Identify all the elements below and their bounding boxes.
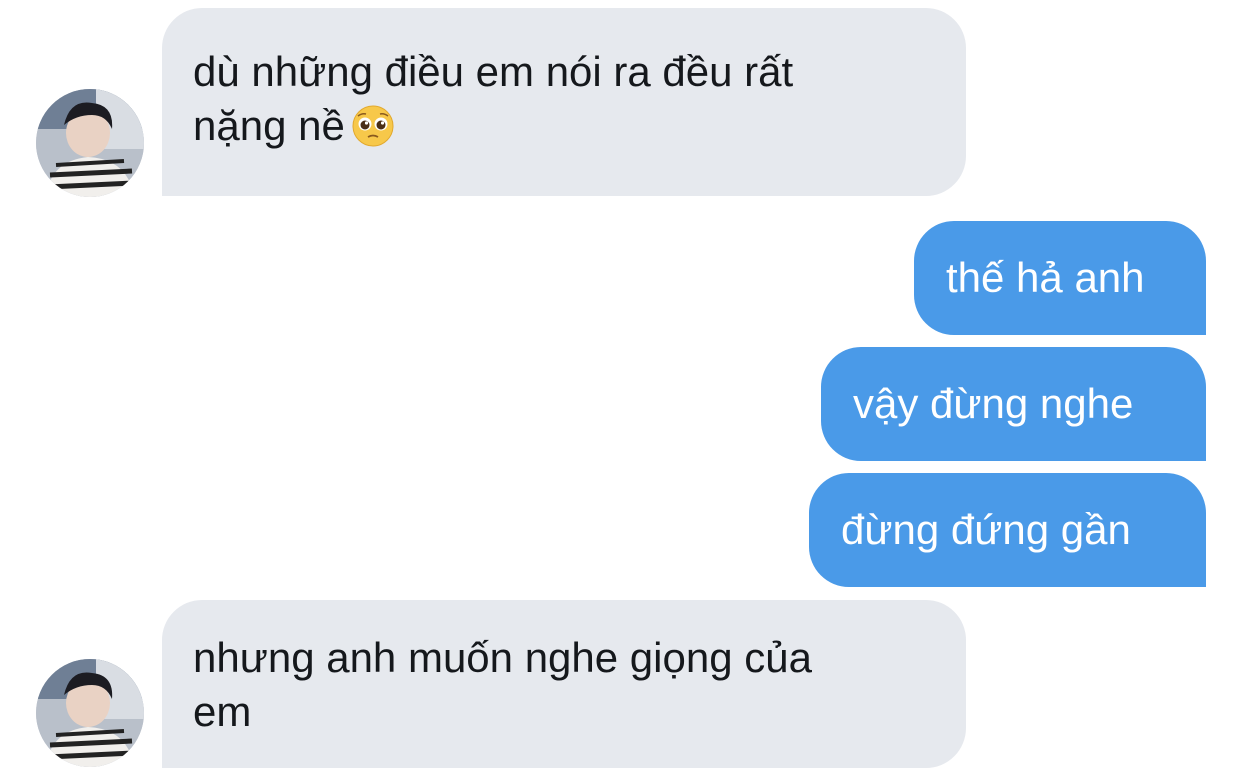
message-text-line: dù những điều em nói ra đều rất [193,48,794,95]
message-text-line: nhưng anh muốn nghe giọng của [193,634,812,681]
outgoing-message-bubble[interactable]: đừng đứng gần [809,473,1206,587]
outgoing-message-bubble[interactable]: thế hả anh [914,221,1206,335]
message-text: thế hả anh [946,254,1145,301]
avatar[interactable] [36,89,144,197]
outgoing-message-bubble[interactable]: vậy đừng nghe [821,347,1206,461]
avatar[interactable] [36,659,144,767]
message-text-line: em [193,688,252,735]
pleading-face-emoji [352,105,394,147]
incoming-message-bubble[interactable]: nhưng anh muốn nghe giọng của em [162,600,966,768]
message-text: đừng đứng gần [841,506,1131,553]
message-text-line: nặng nề [193,102,345,149]
incoming-message-bubble[interactable]: dù những điều em nói ra đều rất nặng nề [162,8,966,196]
avatar-photo [36,659,144,767]
avatar-photo [36,89,144,197]
chat-thread: dù những điều em nói ra đều rất nặng nề … [0,0,1242,773]
message-text: vậy đừng nghe [853,380,1134,427]
